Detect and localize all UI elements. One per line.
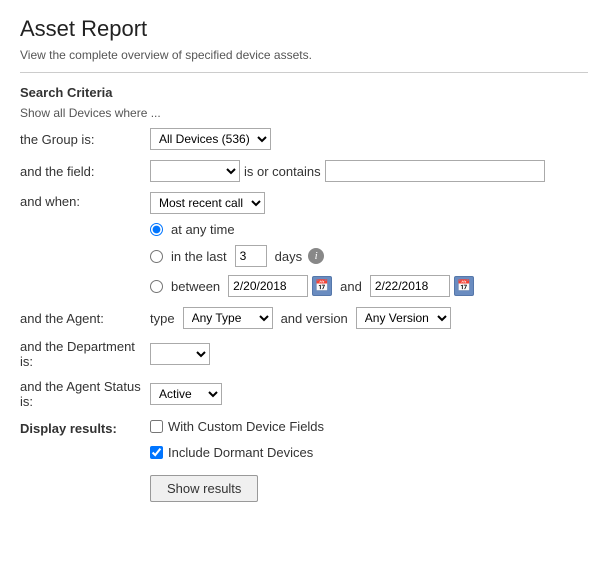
- field-controls: is or contains: [150, 160, 545, 182]
- between-label: between: [171, 279, 220, 294]
- calendar-to-icon[interactable]: 📅: [454, 276, 474, 296]
- custom-fields-checkbox[interactable]: [150, 420, 163, 433]
- dormant-devices-row: Include Dormant Devices: [150, 445, 324, 460]
- and-label: and: [340, 279, 362, 294]
- group-row: the Group is: All Devices (536) Group A …: [20, 128, 588, 150]
- calendar-from-icon[interactable]: 📅: [312, 276, 332, 296]
- display-results-label: Display results:: [20, 419, 150, 436]
- department-row: and the Department is:: [20, 339, 588, 369]
- date-from-input[interactable]: [228, 275, 308, 297]
- display-results-row: Display results: With Custom Device Fiel…: [20, 419, 588, 502]
- group-label: the Group is:: [20, 132, 150, 147]
- days-input[interactable]: [235, 245, 267, 267]
- when-row: and when: Most recent call First call La…: [20, 192, 588, 297]
- agent-type-select[interactable]: Any Type Type A Type B: [183, 307, 273, 329]
- group-controls: All Devices (536) Group A Group B: [150, 128, 271, 150]
- agent-row: and the Agent: type Any Type Type A Type…: [20, 307, 588, 329]
- department-label: and the Department is:: [20, 339, 150, 369]
- status-row: and the Agent Status is: Active Inactive…: [20, 379, 588, 409]
- radio-in-last-row: in the last days i: [150, 245, 474, 267]
- show-results-button[interactable]: Show results: [150, 475, 258, 502]
- radio-any-time[interactable]: [150, 223, 163, 236]
- field-select[interactable]: [150, 160, 240, 182]
- page-subtitle: View the complete overview of specified …: [20, 48, 588, 62]
- days-label: days: [275, 249, 302, 264]
- show-all-label: Show all Devices where ...: [20, 106, 588, 120]
- field-label: and the field:: [20, 164, 150, 179]
- when-select[interactable]: Most recent call First call Last call: [150, 192, 265, 214]
- date-to-input[interactable]: [370, 275, 450, 297]
- radio-any-time-label: at any time: [171, 222, 235, 237]
- when-controls: Most recent call First call Last call at…: [150, 192, 474, 297]
- agent-version-select[interactable]: Any Version 1.0 2.0: [356, 307, 451, 329]
- contains-input[interactable]: [325, 160, 545, 182]
- radio-between-row: between 📅 and 📅: [150, 275, 474, 297]
- is-or-contains-label: is or contains: [244, 164, 321, 179]
- info-icon: i: [308, 248, 324, 264]
- radio-between[interactable]: [150, 280, 163, 293]
- radio-in-last[interactable]: [150, 250, 163, 263]
- field-row: and the field: is or contains: [20, 160, 588, 182]
- radio-any-time-row: at any time: [150, 222, 474, 237]
- department-select[interactable]: [150, 343, 210, 365]
- version-label: and version: [281, 311, 348, 326]
- dormant-devices-label: Include Dormant Devices: [168, 445, 313, 460]
- display-results-controls: With Custom Device Fields Include Dorman…: [150, 419, 324, 502]
- type-label: type: [150, 311, 175, 326]
- agent-controls: type Any Type Type A Type B and version …: [150, 307, 451, 329]
- custom-fields-row: With Custom Device Fields: [150, 419, 324, 434]
- when-label: and when:: [20, 192, 150, 209]
- department-controls: [150, 343, 210, 365]
- dormant-devices-checkbox[interactable]: [150, 446, 163, 459]
- section-title: Search Criteria: [20, 85, 588, 100]
- status-label: and the Agent Status is:: [20, 379, 150, 409]
- divider: [20, 72, 588, 73]
- custom-fields-label: With Custom Device Fields: [168, 419, 324, 434]
- page-title: Asset Report: [20, 16, 588, 42]
- group-select[interactable]: All Devices (536) Group A Group B: [150, 128, 271, 150]
- status-controls: Active Inactive Any: [150, 383, 222, 405]
- agent-label: and the Agent:: [20, 311, 150, 326]
- in-last-label: in the last: [171, 249, 227, 264]
- status-select[interactable]: Active Inactive Any: [150, 383, 222, 405]
